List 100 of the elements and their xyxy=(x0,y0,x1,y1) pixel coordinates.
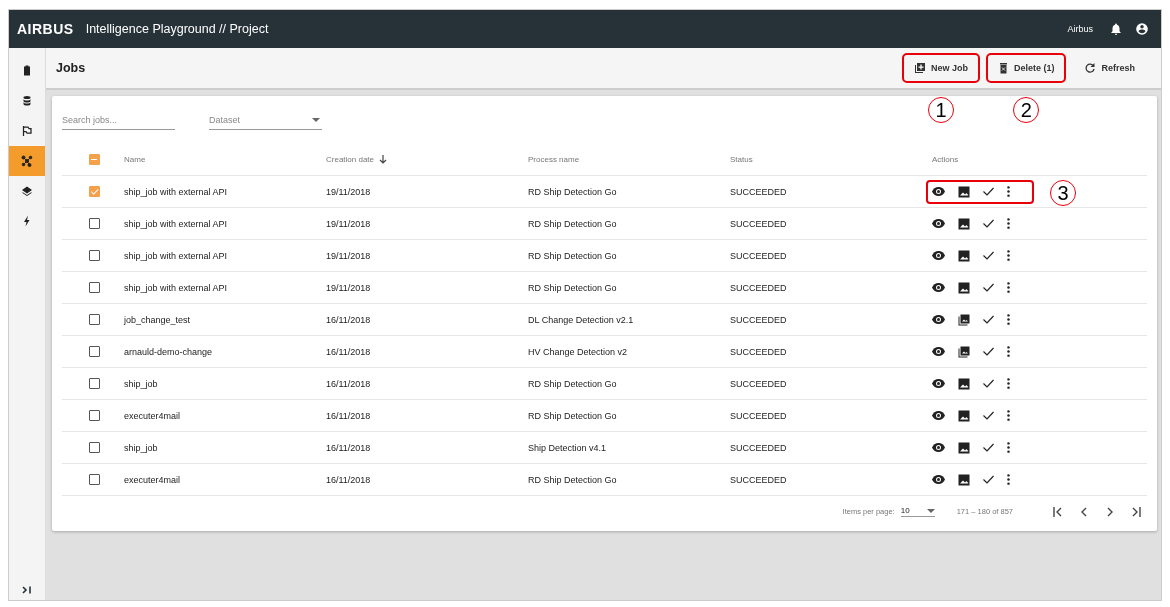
row-checkbox[interactable] xyxy=(88,442,100,453)
table-cell: SUCCEEDED xyxy=(730,186,787,197)
table-cell: ship_job with external API xyxy=(124,250,228,261)
check-icon[interactable] xyxy=(983,347,994,356)
eye-icon[interactable] xyxy=(932,475,945,484)
column-header[interactable]: Name xyxy=(124,155,146,164)
table-cell: RD Ship Detection Go xyxy=(528,186,617,197)
check-icon[interactable] xyxy=(983,315,994,324)
table-cell: RD Ship Detection Go xyxy=(528,410,617,421)
first-page-icon[interactable] xyxy=(1053,506,1063,517)
table-cell: RD Ship Detection Go xyxy=(528,250,617,261)
more-icon[interactable] xyxy=(1007,314,1010,325)
eye-icon[interactable] xyxy=(932,283,945,292)
check-icon[interactable] xyxy=(983,187,994,196)
table-cell: SUCCEEDED xyxy=(730,474,787,485)
bell-icon[interactable] xyxy=(1109,22,1123,36)
image-icon[interactable] xyxy=(958,185,970,198)
column-header[interactable]: Process name xyxy=(528,155,580,164)
table-cell: SUCCEEDED xyxy=(730,282,787,293)
next-page-icon[interactable] xyxy=(1105,506,1115,517)
table-cell: SUCCEEDED xyxy=(730,218,787,229)
image-icon[interactable] xyxy=(958,473,970,486)
image-icon[interactable] xyxy=(958,217,970,230)
sort-down-icon xyxy=(379,155,388,164)
image-icon[interactable] xyxy=(958,249,970,262)
layers-icon xyxy=(21,185,33,197)
check-icon[interactable] xyxy=(983,283,994,292)
network-icon xyxy=(21,155,33,167)
row-checkbox[interactable] xyxy=(88,250,100,261)
table-cell: SUCCEEDED xyxy=(730,314,787,325)
check-icon[interactable] xyxy=(983,251,994,260)
table-cell: job_change_test xyxy=(124,314,191,325)
eye-icon[interactable] xyxy=(932,347,945,356)
row-checkbox[interactable] xyxy=(88,378,100,389)
column-header[interactable]: Status xyxy=(730,155,753,164)
refresh-icon xyxy=(1084,62,1097,74)
dataset-select[interactable]: Dataset xyxy=(209,110,322,130)
check-icon[interactable] xyxy=(983,443,994,452)
last-page-icon[interactable] xyxy=(1131,506,1141,517)
image-icon[interactable] xyxy=(958,409,970,422)
more-icon[interactable] xyxy=(1007,346,1010,357)
table-cell: 16/11/2018 xyxy=(326,442,371,453)
more-icon[interactable] xyxy=(1007,250,1010,261)
column-header[interactable]: Creation date xyxy=(326,155,388,164)
eye-icon[interactable] xyxy=(932,379,945,388)
expand-sidebar-icon[interactable] xyxy=(22,586,32,594)
table-cell: 19/11/2018 xyxy=(326,218,371,229)
image-icon[interactable] xyxy=(958,377,970,390)
select-all-checkbox[interactable] xyxy=(88,154,100,165)
table-cell: arnauld-demo-change xyxy=(124,346,213,357)
page-size-select[interactable]: 10 xyxy=(900,506,935,517)
image-icon[interactable] xyxy=(958,281,970,294)
more-icon[interactable] xyxy=(1007,218,1010,229)
row-checkbox[interactable] xyxy=(88,218,100,229)
check-icon[interactable] xyxy=(983,475,994,484)
column-header[interactable]: Actions xyxy=(932,155,959,164)
row-checkbox[interactable] xyxy=(88,314,100,325)
refresh-button[interactable]: Refresh xyxy=(1072,53,1147,83)
table-cell: 16/11/2018 xyxy=(326,346,371,357)
table-cell: executer4mail xyxy=(124,410,181,421)
row-checkbox[interactable] xyxy=(88,474,100,485)
row-checkbox[interactable] xyxy=(88,346,100,357)
table-cell: ship_job with external API xyxy=(124,186,228,197)
more-icon[interactable] xyxy=(1007,410,1010,421)
table-cell: SUCCEEDED xyxy=(730,346,787,357)
trash-icon xyxy=(997,62,1009,74)
more-icon[interactable] xyxy=(1007,442,1010,453)
row-checkbox[interactable] xyxy=(88,410,100,421)
image-icon[interactable] xyxy=(958,441,970,454)
table-cell: HV Change Detection v2 xyxy=(528,346,628,357)
more-icon[interactable] xyxy=(1007,378,1010,389)
eye-icon[interactable] xyxy=(932,443,945,452)
eye-icon[interactable] xyxy=(932,187,945,196)
eye-icon[interactable] xyxy=(932,219,945,228)
table-cell: 16/11/2018 xyxy=(326,410,371,421)
image-stack-icon[interactable] xyxy=(958,313,970,326)
row-checkbox[interactable] xyxy=(88,282,100,293)
table-cell: ship_job with external API xyxy=(124,218,228,229)
check-icon[interactable] xyxy=(983,219,994,228)
eye-icon[interactable] xyxy=(932,251,945,260)
eye-icon[interactable] xyxy=(932,315,945,324)
image-stack-icon[interactable] xyxy=(958,345,970,358)
previous-page-icon[interactable] xyxy=(1079,506,1089,517)
page-title: Jobs xyxy=(56,61,86,75)
table-cell: SUCCEEDED xyxy=(730,410,787,421)
app-title: Intelligence Playground // Project xyxy=(85,22,269,36)
account-icon[interactable] xyxy=(1135,22,1149,36)
sidebar-item[interactable] xyxy=(9,146,45,176)
more-icon[interactable] xyxy=(1007,474,1010,485)
more-icon[interactable] xyxy=(1007,186,1010,197)
table-cell: 19/11/2018 xyxy=(326,282,371,293)
table-cell: 16/11/2018 xyxy=(326,378,371,389)
table-cell: RD Ship Detection Go xyxy=(528,218,617,229)
more-icon[interactable] xyxy=(1007,282,1010,293)
caret-icon xyxy=(312,117,320,122)
eye-icon[interactable] xyxy=(932,411,945,420)
row-checkbox[interactable] xyxy=(88,186,100,197)
check-icon[interactable] xyxy=(983,379,994,388)
check-icon[interactable] xyxy=(983,411,994,420)
table-cell: 19/11/2018 xyxy=(326,186,371,197)
